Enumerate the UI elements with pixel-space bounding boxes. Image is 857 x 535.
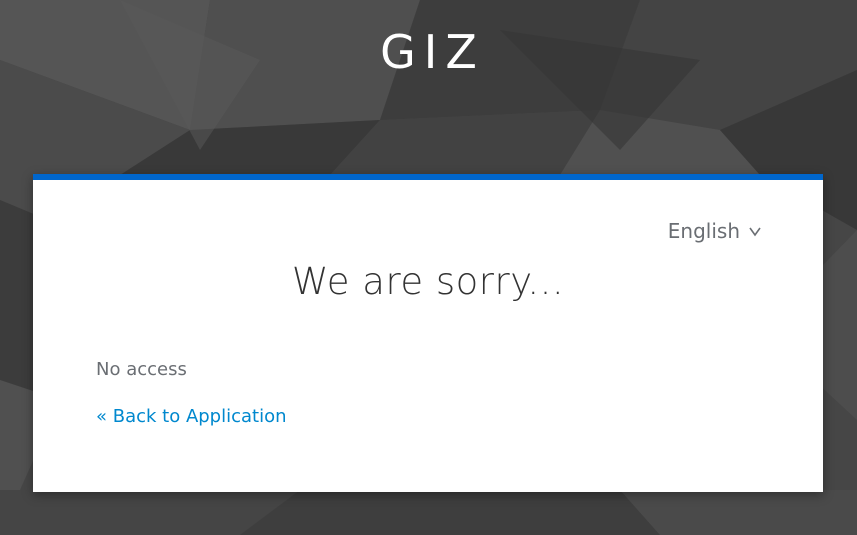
error-card: English We are sorry... No access « Back… bbox=[33, 174, 823, 492]
language-selector[interactable]: English bbox=[668, 218, 761, 244]
back-to-application-link[interactable]: « Back to Application bbox=[96, 405, 287, 429]
chevron-down-icon bbox=[749, 227, 761, 237]
language-label: English bbox=[667, 219, 740, 243]
error-message: No access bbox=[96, 359, 187, 380]
page-title: We are sorry... bbox=[291, 260, 565, 303]
brand-logo: GIZ bbox=[380, 25, 485, 79]
